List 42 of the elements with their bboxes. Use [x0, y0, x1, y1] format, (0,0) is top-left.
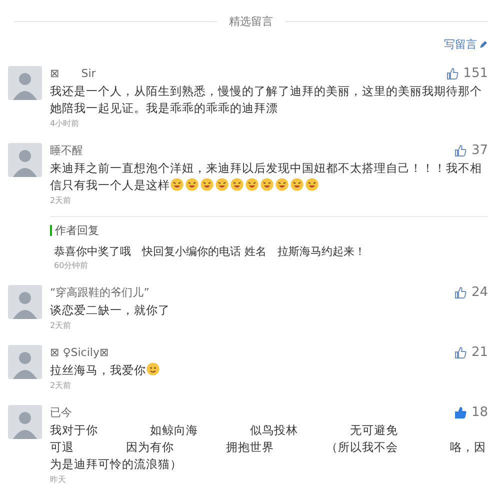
laughing-emoji-icon: [170, 177, 184, 191]
avatar-icon[interactable]: [8, 143, 42, 177]
write-comment-link[interactable]: 写留言: [444, 37, 488, 52]
user-name: “穿高跟鞋的爷们儿”: [50, 285, 150, 300]
like-button[interactable]: 21: [454, 345, 488, 360]
user-name: 已今: [50, 405, 72, 420]
avatar-icon[interactable]: [8, 66, 42, 100]
laughing-emoji-icon: [305, 177, 319, 191]
user-name: ⊠ ♀Sicily⊠: [50, 346, 109, 359]
author-reply-label: 作者回复: [50, 225, 488, 236]
like-button[interactable]: 37: [454, 143, 488, 158]
like-button[interactable]: 24: [454, 285, 488, 300]
comment-time: 2天前: [50, 380, 72, 391]
laughing-emoji-icon: [185, 177, 199, 191]
comment-time: 4小时前: [50, 118, 80, 129]
avatar-icon[interactable]: [8, 405, 42, 439]
pencil-icon: [479, 40, 488, 49]
laughing-emoji-icon: [290, 177, 304, 191]
smiling-emoji-icon: [146, 362, 160, 376]
like-button[interactable]: 151: [446, 66, 488, 81]
reply-text: 恭喜你中奖了哦 快回复小编你的电话 姓名 拉斯海马约起来！: [53, 244, 366, 259]
comment-text: 我对于你 如鲸向海 似鸟投林 无可避免 可退 因为有你 拥抱世界 （所以我不会 咯，因为是迪拜可怜的流浪猫）: [50, 422, 487, 473]
comment-text: 我还是一个人，从陌生到熟悉，慢慢的了解了迪拜的美丽，这里的美丽我期待那个她陪我一起见证。我是乖乖的乖乖的迪拜漂: [50, 83, 483, 117]
comment-time: 2天前: [50, 320, 72, 331]
user-name: 睡不醒: [50, 143, 83, 158]
laughing-emoji-icon: [215, 177, 229, 191]
avatar-icon[interactable]: [8, 345, 42, 379]
comment-text: 谈恋爱二缺一，就你了: [50, 302, 171, 319]
like-button[interactable]: 18: [454, 405, 488, 420]
laughing-emoji-icon: [260, 177, 274, 191]
user-name: ⊠ Sir: [50, 66, 96, 81]
laughing-emoji-icon: [275, 177, 289, 191]
section-title: 精选留言: [229, 14, 273, 29]
comment-time: 昨天: [50, 474, 67, 485]
comment-time: 2天前: [50, 195, 72, 206]
avatar-icon[interactable]: [8, 285, 42, 319]
comment-text: 拉丝海马，我爱你: [50, 362, 488, 379]
laughing-emoji-icon: [200, 177, 214, 191]
comment-text: 来迪拜之前一直想泡个洋妞，来迪拜以后发现中国妞都不太搭理自己！！！我不相信只有我一个人是这样: [50, 160, 483, 194]
laughing-emoji-icon: [230, 177, 244, 191]
reply-time: 60分钟前: [53, 260, 90, 271]
laughing-emoji-icon: [245, 177, 259, 191]
